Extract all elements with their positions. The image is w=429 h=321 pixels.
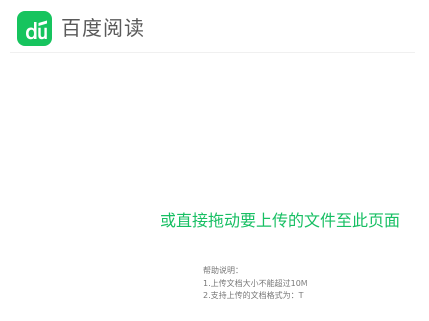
upload-page: 百度阅读 或直接拖动要上传的文件至此页面 帮助说明： 1.上传文档大小不能超过1… [0,0,429,321]
baidu-read-logo[interactable] [17,11,52,46]
drop-hint-text: 或直接拖动要上传的文件至此页面 [160,211,401,230]
help-fade-overlay [300,262,429,312]
top-header: 百度阅读 [0,0,429,52]
du-logo-icon [26,20,47,40]
app-title: 百度阅读 [61,16,145,40]
